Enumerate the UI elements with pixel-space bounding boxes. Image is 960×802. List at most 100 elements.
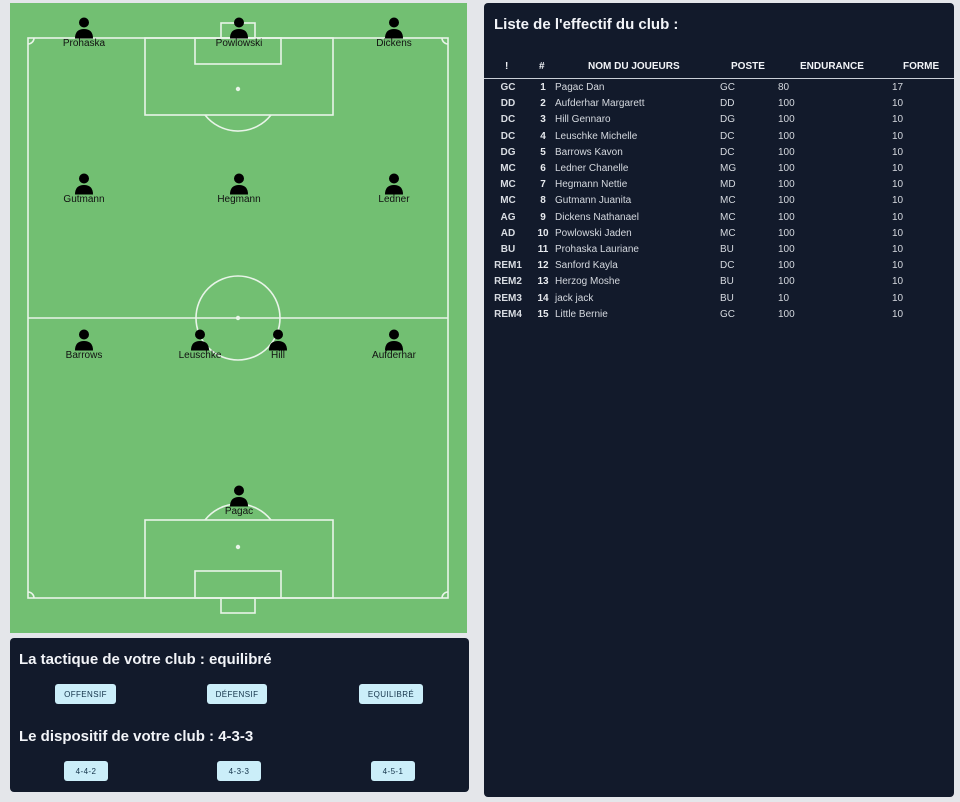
row-poste: BU [720, 276, 734, 288]
row-position: DG [500, 146, 516, 158]
player-name: Gutmann [63, 194, 105, 205]
row-number: 12 [537, 260, 549, 272]
football-pitch: Prohaska Powlowski Dickens Gutmann Hegmann Le… [10, 3, 467, 633]
row-player-name: Hegmann Nettie [555, 179, 628, 191]
player-name: Aufderhar [372, 350, 416, 361]
row-player-name: Hill Gennaro [555, 114, 611, 126]
row-position: BU [500, 244, 516, 255]
player-marker[interactable]: Gutmann [39, 173, 129, 206]
player-marker[interactable]: Hill [233, 329, 323, 362]
top-penalty-spot [235, 86, 241, 92]
bottom-goal [220, 597, 256, 614]
row-poste: DD [720, 98, 735, 110]
table-row[interactable]: REM1 12 Sanford Kayla DC 100 10 [484, 258, 954, 274]
row-poste: MC [720, 227, 736, 239]
player-marker[interactable]: Hegmann [194, 173, 284, 206]
row-endurance: 10 [778, 292, 790, 304]
row-position: REM4 [494, 308, 522, 320]
table-row[interactable]: GC 1 Pagac Dan GC 80 17 [484, 80, 954, 96]
col-header-number: # [539, 61, 545, 72]
row-number: 2 [540, 98, 546, 110]
row-number: 4 [540, 130, 546, 142]
row-player-name: Prohaska Lauriane [555, 244, 639, 255]
row-player-name: Sanford Kayla [555, 260, 618, 272]
row-endurance: 100 [778, 146, 795, 158]
player-name: Dickens [376, 38, 412, 49]
row-position: MC [500, 179, 516, 191]
row-number: 8 [540, 195, 546, 207]
table-row[interactable]: DG 5 Barrows Kavon DC 100 10 [484, 145, 954, 161]
table-row[interactable]: BU 11 Prohaska Lauriane BU 100 10 [484, 242, 954, 258]
player-marker[interactable]: Barrows [39, 329, 129, 362]
row-poste: DC [720, 260, 735, 272]
row-endurance: 100 [778, 308, 795, 320]
table-row[interactable]: MC 8 Gutmann Juanita MC 100 10 [484, 193, 954, 209]
row-endurance: 100 [778, 227, 795, 239]
balanced-button[interactable]: EQUILIBRÉ [359, 684, 423, 704]
roster-panel: Liste de l'effectif du club : ! # NOM DU… [484, 3, 954, 797]
player-marker[interactable]: Prohaska [39, 17, 129, 50]
row-number: 5 [540, 146, 546, 158]
row-endurance: 100 [778, 260, 795, 272]
defensive-button[interactable]: DÉFENSIF [207, 684, 267, 704]
row-endurance: 100 [778, 211, 795, 223]
row-player-name: Gutmann Juanita [555, 195, 632, 207]
row-number: 15 [537, 308, 549, 320]
corner-arc-tr [441, 37, 449, 45]
player-marker[interactable]: Aufderhar [349, 329, 439, 362]
person-icon [191, 329, 209, 351]
header-divider [484, 78, 954, 79]
table-row[interactable]: REM4 15 Little Bernie GC 100 10 [484, 307, 954, 323]
table-row[interactable]: DC 4 Leuschke Michelle DC 100 10 [484, 129, 954, 145]
person-icon [75, 17, 93, 39]
row-poste: DG [720, 114, 735, 126]
row-poste: MC [720, 211, 736, 223]
row-poste: MC [720, 195, 736, 207]
table-row[interactable]: MC 7 Hegmann Nettie MD 100 10 [484, 177, 954, 193]
col-header-endurance: ENDURANCE [800, 61, 864, 72]
player-marker[interactable]: Leuschke [155, 329, 245, 362]
formation-442-button[interactable]: 4-4-2 [64, 761, 108, 781]
table-row[interactable]: REM3 14 jack jack BU 10 10 [484, 291, 954, 307]
person-icon [75, 329, 93, 351]
col-header-name: NOM DU JOUEURS [588, 61, 680, 72]
table-row[interactable]: REM2 13 Herzog Moshe BU 100 10 [484, 274, 954, 290]
offensive-button[interactable]: OFFENSIF [55, 684, 116, 704]
table-row[interactable]: DD 2 Aufderhar Margarett DD 100 10 [484, 96, 954, 112]
row-position: DC [500, 130, 516, 142]
row-position: MC [500, 195, 516, 207]
player-marker[interactable]: Dickens [349, 17, 439, 50]
col-header-status: ! [505, 61, 509, 72]
row-player-name: Pagac Dan [555, 82, 605, 93]
player-marker[interactable]: Pagac [194, 485, 284, 518]
table-row[interactable]: MC 6 Ledner Chanelle MG 100 10 [484, 161, 954, 177]
corner-arc-br [441, 591, 449, 599]
row-poste: DC [720, 130, 735, 142]
row-player-name: Aufderhar Margarett [555, 98, 645, 110]
row-poste: BU [720, 244, 734, 255]
row-poste: MG [720, 163, 737, 174]
table-row[interactable]: AG 9 Dickens Nathanael MC 100 10 [484, 210, 954, 226]
row-endurance: 100 [778, 244, 795, 255]
row-number: 13 [537, 276, 549, 288]
player-marker[interactable]: Ledner [349, 173, 439, 206]
row-poste: MD [720, 179, 736, 191]
player-name: Leuschke [178, 350, 222, 361]
col-header-forme: FORME [903, 61, 940, 72]
row-forme: 10 [892, 98, 904, 110]
person-icon [269, 329, 287, 351]
player-marker[interactable]: Powlowski [194, 17, 284, 50]
table-row[interactable]: DC 3 Hill Gennaro DG 100 10 [484, 112, 954, 128]
person-icon [385, 173, 403, 195]
formation-433-button[interactable]: 4-3-3 [217, 761, 261, 781]
row-forme: 10 [892, 308, 904, 320]
table-row[interactable]: AD 10 Powlowski Jaden MC 100 10 [484, 226, 954, 242]
row-endurance: 100 [778, 98, 795, 110]
person-icon [385, 329, 403, 351]
formation-451-button[interactable]: 4-5-1 [371, 761, 415, 781]
row-forme: 10 [892, 163, 904, 174]
pitch-markings [27, 22, 449, 614]
row-player-name: Herzog Moshe [555, 276, 621, 288]
bottom-penalty-box [144, 519, 334, 599]
row-position: AD [500, 227, 516, 239]
